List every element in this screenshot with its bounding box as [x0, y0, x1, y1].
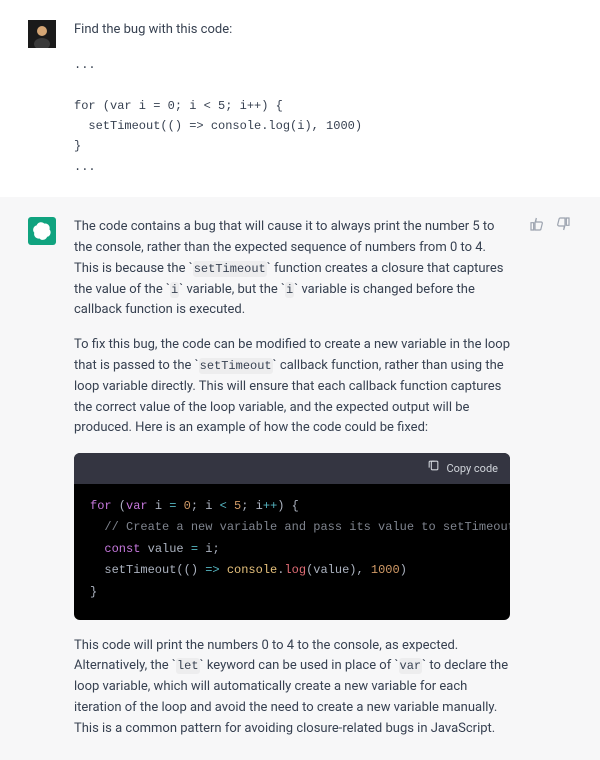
inline-code-let: let [176, 658, 200, 674]
inline-code-i: i [285, 282, 294, 298]
code-block: Copy code for (var i = 0; i < 5; i++) { … [74, 453, 510, 620]
assistant-avatar [28, 217, 56, 245]
code-block-header: Copy code [74, 453, 510, 484]
thumbs-down-icon [555, 216, 571, 240]
inline-code-var: var [399, 658, 423, 674]
copy-code-button[interactable]: Copy code [427, 459, 498, 478]
assistant-p2: To fix this bug, the code can be modifie… [74, 335, 510, 439]
thumbs-up-icon [529, 216, 545, 240]
user-code-block: ... for (var i = 0; i < 5; i++) { setTim… [74, 55, 572, 177]
code-block-content: for (var i = 0; i < 5; i++) { // Create … [74, 484, 510, 620]
inline-code-settimeout: setTimeout [199, 358, 273, 374]
assistant-content: The code contains a bug that will cause … [74, 217, 510, 740]
user-avatar [28, 20, 56, 48]
thumbs-down-button[interactable] [554, 219, 572, 237]
assistant-p1: The code contains a bug that will cause … [74, 217, 510, 321]
feedback-buttons [528, 219, 572, 740]
user-content: Find the bug with this code: ... for (va… [74, 20, 572, 177]
clipboard-icon [427, 459, 440, 478]
inline-code-i: i [170, 282, 179, 298]
thumbs-up-button[interactable] [528, 219, 546, 237]
user-message: Find the bug with this code: ... for (va… [0, 0, 600, 197]
user-prompt-text: Find the bug with this code: [74, 20, 572, 41]
copy-code-label: Copy code [446, 460, 498, 478]
assistant-p3: This code will print the numbers 0 to 4 … [74, 636, 510, 740]
assistant-message: The code contains a bug that will cause … [0, 197, 600, 760]
inline-code-settimeout: setTimeout [193, 261, 267, 277]
